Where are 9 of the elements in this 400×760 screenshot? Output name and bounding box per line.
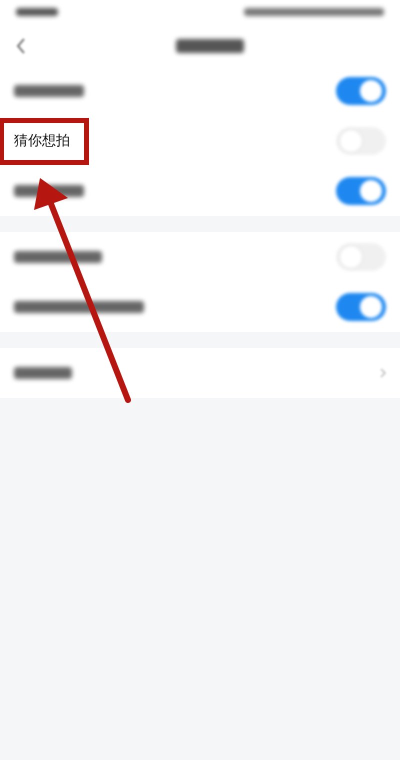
chevron-icon [380, 368, 386, 378]
status-icons [16, 8, 58, 16]
blurred-label [14, 367, 72, 379]
toggle-switch[interactable] [336, 177, 386, 205]
toggle-switch[interactable] [336, 77, 386, 105]
toggle-switch[interactable] [336, 293, 386, 321]
blurred-label [14, 85, 84, 97]
back-icon[interactable] [16, 38, 26, 54]
blurred-title [176, 39, 244, 53]
